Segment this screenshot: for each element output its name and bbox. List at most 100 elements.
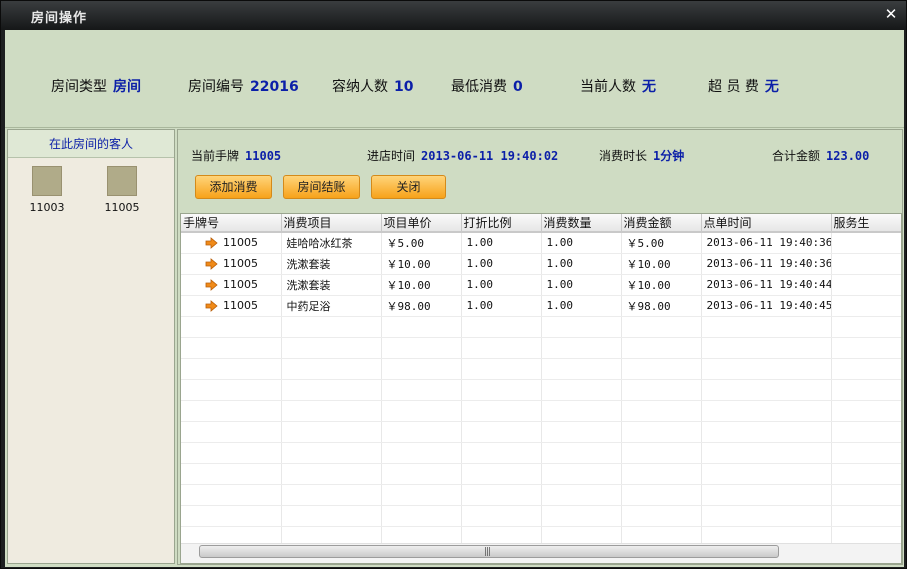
table-cell-price xyxy=(381,400,462,422)
table-row[interactable] xyxy=(181,505,901,527)
table-cell-time xyxy=(701,421,832,443)
table-cell-discount xyxy=(461,421,542,443)
table-row[interactable]: 11005 娃哈哈冰红茶 ￥5.00 1.00 1.00 ￥5.00 2013-06-11 … xyxy=(181,232,901,254)
table-row[interactable] xyxy=(181,337,901,359)
column-header[interactable]: 项目单价 xyxy=(381,214,462,233)
room-type-label: 房间类型 xyxy=(51,79,107,95)
table-row[interactable] xyxy=(181,316,901,338)
column-header[interactable]: 消费金额 xyxy=(621,214,702,233)
duration-value: 1分钟 xyxy=(653,149,685,163)
table-cell-price: ￥98.00 xyxy=(381,295,462,317)
table-cell-discount xyxy=(461,484,542,506)
consumption-table: 手牌号 消费项目 项目单价 打折比例 消费数量 消费金额 点单时间 服务生 11… xyxy=(180,213,902,564)
table-cell-amount xyxy=(621,316,702,338)
card-number: 11005 xyxy=(223,257,258,270)
table-cell-card xyxy=(181,442,282,464)
current-card-info: 当前手牌 11005 xyxy=(191,147,281,164)
table-cell-waiter xyxy=(831,274,901,296)
table-cell-amount xyxy=(621,358,702,380)
guest-item[interactable]: 11003 xyxy=(17,166,77,214)
total-amount-value: 123.00 xyxy=(826,149,870,163)
table-row[interactable] xyxy=(181,484,901,506)
table-cell-waiter xyxy=(831,505,901,527)
table-cell-item: 洗漱套装 xyxy=(281,274,382,296)
column-header[interactable]: 消费项目 xyxy=(281,214,382,233)
table-row[interactable] xyxy=(181,358,901,380)
table-cell-time xyxy=(701,337,832,359)
room-info-bar: 房间类型 房间 房间编号 22016 容纳人数 10 最低消费 0 当前人数无 超 员 … xyxy=(5,30,904,128)
table-row[interactable]: 11005 洗漱套装 ￥10.00 1.00 1.00 ￥10.00 2013-06-11 … xyxy=(181,274,901,296)
guest-avatar[interactable] xyxy=(107,166,137,196)
table-cell-card xyxy=(181,463,282,485)
overage-fee-info: 超 员 费无 xyxy=(708,76,779,96)
checkin-time-label: 进店时间 xyxy=(367,149,416,163)
column-header[interactable]: 手牌号 xyxy=(181,214,282,233)
table-cell-waiter xyxy=(831,463,901,485)
guest-panel: 在此房间的客人 11003 11005 xyxy=(7,129,175,564)
current-card-value: 11005 xyxy=(245,149,282,163)
column-header[interactable]: 消费数量 xyxy=(541,214,622,233)
room-checkout-button[interactable]: 房间结账 xyxy=(283,175,360,199)
table-cell-time: 2013-06-11 19:40:45 xyxy=(701,295,832,317)
table-cell-discount xyxy=(461,463,542,485)
column-header[interactable]: 服务生 xyxy=(831,214,901,233)
horizontal-scroll-track[interactable]: ||| xyxy=(181,543,901,563)
close-button[interactable]: 关闭 xyxy=(371,175,446,199)
guest-avatar[interactable] xyxy=(32,166,62,196)
table-cell-discount: 1.00 xyxy=(461,232,542,254)
table-cell-time xyxy=(701,316,832,338)
title-bar: 房间操作 ✕ xyxy=(1,1,906,30)
checkin-time-value: 2013-06-11 19:40:02 xyxy=(421,149,559,163)
table-cell-amount: ￥10.00 xyxy=(621,253,702,275)
current-people-label: 当前人数 xyxy=(580,79,636,95)
table-cell-amount xyxy=(621,484,702,506)
table-cell-qty: 1.00 xyxy=(541,274,622,296)
column-header[interactable]: 打折比例 xyxy=(461,214,542,233)
table-cell-price xyxy=(381,442,462,464)
card-number: 11005 xyxy=(223,236,258,250)
table-cell-qty xyxy=(541,484,622,506)
capacity-info: 容纳人数 10 xyxy=(332,76,413,96)
table-cell-amount xyxy=(621,400,702,422)
table-cell-time: 2013-06-11 19:40:44 xyxy=(701,274,832,296)
table-cell-time xyxy=(701,505,832,527)
table-row[interactable]: 11005 中药足浴 ￥98.00 1.00 1.00 ￥98.00 2013-06-11 … xyxy=(181,295,901,317)
table-row[interactable] xyxy=(181,379,901,401)
table-cell-time: 2013-06-11 19:40:36 xyxy=(701,253,832,275)
table-cell-item xyxy=(281,379,382,401)
table-row[interactable]: 11005 洗漱套装 ￥10.00 1.00 1.00 ￥10.00 2013-06-11 … xyxy=(181,253,901,275)
table-cell-time xyxy=(701,442,832,464)
table-cell-item xyxy=(281,358,382,380)
table-cell-qty xyxy=(541,358,622,380)
table-cell-price xyxy=(381,316,462,338)
table-row[interactable] xyxy=(181,400,901,422)
guest-item[interactable]: 11005 xyxy=(92,166,152,214)
table-cell-discount: 1.00 xyxy=(461,295,542,317)
add-consumption-button[interactable]: 添加消费 xyxy=(195,175,272,199)
capacity-value: 10 xyxy=(394,79,414,95)
arrow-right-icon xyxy=(205,257,218,270)
table-cell-amount xyxy=(621,463,702,485)
table-cell-waiter xyxy=(831,337,901,359)
table-cell-discount xyxy=(461,337,542,359)
table-cell-qty xyxy=(541,463,622,485)
table-cell-discount xyxy=(461,316,542,338)
column-header[interactable]: 点单时间 xyxy=(701,214,832,233)
table-row[interactable] xyxy=(181,463,901,485)
table-cell-discount xyxy=(461,358,542,380)
card-number: 11005 xyxy=(223,299,258,312)
table-cell-amount xyxy=(621,505,702,527)
table-cell-waiter xyxy=(831,484,901,506)
table-row[interactable] xyxy=(181,442,901,464)
table-header-row: 手牌号 消费项目 项目单价 打折比例 消费数量 消费金额 点单时间 服务生 xyxy=(181,214,901,233)
table-row[interactable] xyxy=(181,421,901,443)
table-cell-item xyxy=(281,442,382,464)
guest-id: 11003 xyxy=(29,201,65,214)
close-icon[interactable]: ✕ xyxy=(882,5,900,23)
horizontal-scrollbar[interactable]: ||| xyxy=(199,545,779,558)
table-cell-item: 洗漱套装 xyxy=(281,253,382,275)
table-cell-item xyxy=(281,400,382,422)
table-cell-waiter xyxy=(831,253,901,275)
table-cell-qty: 1.00 xyxy=(541,295,622,317)
table-cell-card: 11005 xyxy=(181,295,282,317)
